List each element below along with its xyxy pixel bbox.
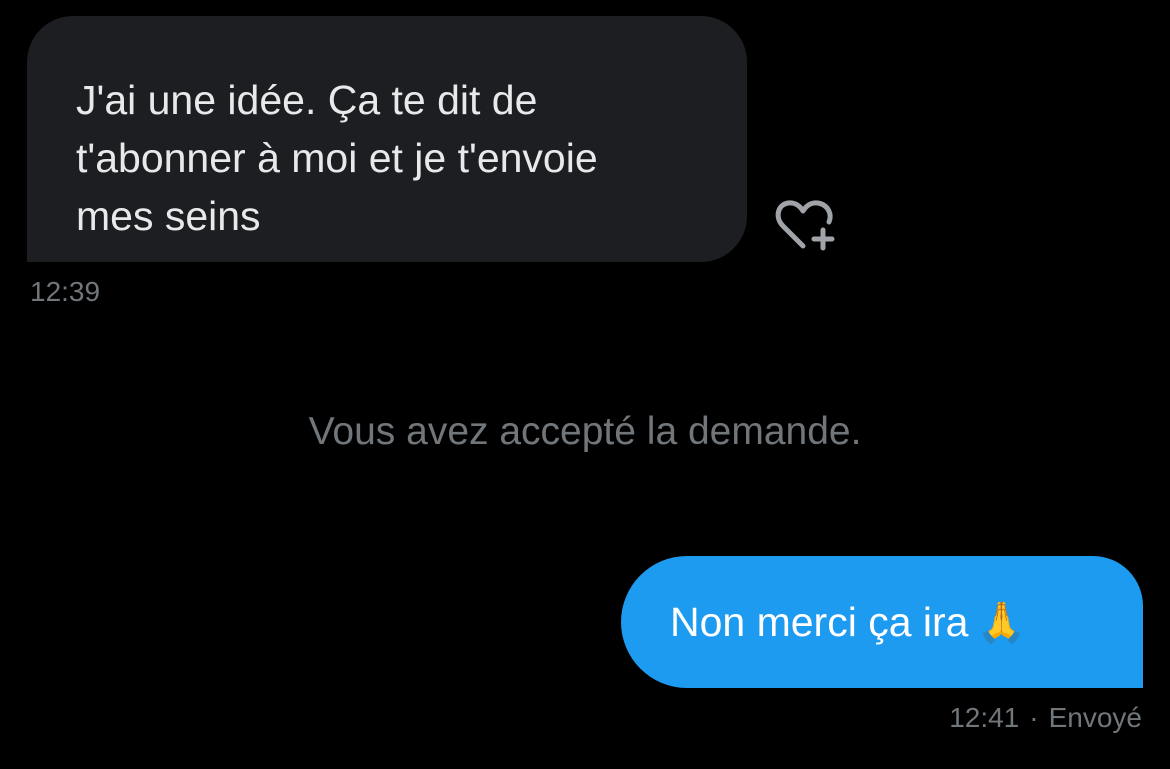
folded-hands-emoji: 🙏 <box>976 601 1027 645</box>
sent-status: Envoyé <box>1048 702 1142 733</box>
request-accepted-notice: Vous avez accepté la demande. <box>308 410 862 453</box>
meta-separator: · <box>1029 702 1039 733</box>
sent-message-text: Non merci ça ira <box>670 599 969 645</box>
sent-message-meta: 12:41 · Envoyé <box>949 700 1142 736</box>
heart-plus-icon <box>775 200 835 251</box>
received-message-bubble[interactable]: J'ai une idée. Ça te dit de t'abonner à … <box>27 16 747 262</box>
add-reaction-button[interactable] <box>774 198 840 256</box>
received-message-timestamp: 12:39 <box>30 276 101 307</box>
sent-message-bubble[interactable]: Non merci ça ira 🙏 <box>621 556 1143 688</box>
sent-message-timestamp: 12:41 <box>949 702 1020 733</box>
received-message-text: J'ai une idée. Ça te dit de t'abonner à … <box>76 77 598 239</box>
